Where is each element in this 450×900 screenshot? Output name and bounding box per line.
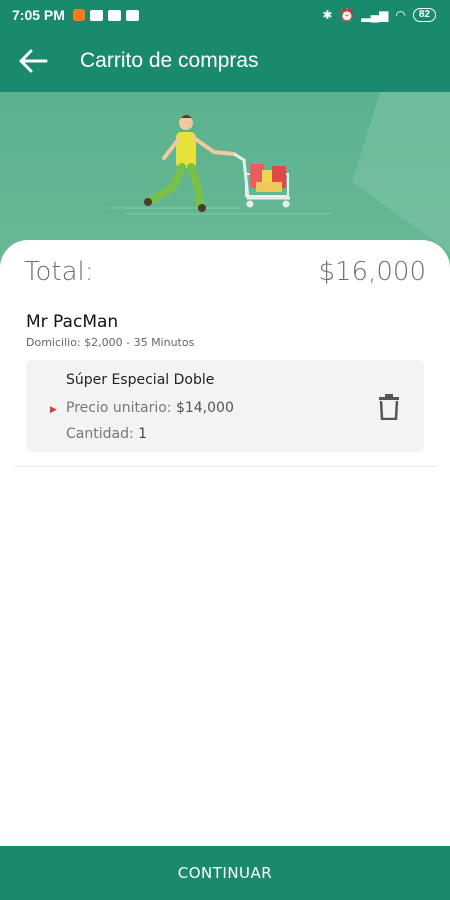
page-title: Carrito de compras	[80, 49, 259, 72]
bullet-icon: ▶	[50, 404, 57, 414]
item-quantity-label: Cantidad:	[66, 426, 134, 442]
wifi-icon: ◠	[395, 8, 406, 22]
app-bar: Carrito de compras	[0, 30, 450, 92]
app-notification-icon	[72, 9, 85, 21]
cart-item: ▶ Súper Especial Doble Precio unitario: …	[26, 360, 424, 452]
mail-icon	[107, 9, 121, 21]
item-price: Precio unitario: $14,000	[66, 400, 234, 416]
gallery-icon	[125, 9, 139, 21]
alarm-icon: ⏰	[339, 8, 355, 22]
notification-icons	[72, 9, 139, 21]
status-time: 7:05 PM	[12, 7, 65, 23]
trash-icon	[379, 394, 399, 421]
item-price-label: Precio unitario:	[66, 400, 172, 416]
total-row: Total: $16,000	[24, 252, 426, 292]
signal-icon: ▂▄▆	[361, 8, 389, 22]
system-icons: ✱ ⏰ ▂▄▆ ◠ 82	[322, 0, 436, 30]
delivery-info: Domicilio: $2,000 - 35 Minutos	[26, 336, 195, 349]
total-value: $16,000	[318, 257, 426, 287]
battery-indicator: 82	[412, 8, 436, 22]
item-quantity: Cantidad: 1	[66, 426, 147, 442]
arrow-back-icon	[19, 49, 48, 73]
continue-button[interactable]: CONTINUAR	[0, 846, 450, 900]
bluetooth-icon: ✱	[322, 8, 333, 22]
total-label: Total:	[24, 257, 94, 287]
divider	[14, 466, 436, 467]
item-name: Súper Especial Doble	[66, 372, 215, 388]
restaurant-name: Mr PacMan	[26, 312, 119, 332]
back-button[interactable]	[16, 44, 50, 78]
status-bar: 7:05 PM ✱ ⏰ ▂▄▆ ◠ 82	[0, 0, 450, 30]
item-price-value: $14,000	[175, 400, 234, 416]
item-quantity-value: 1	[138, 426, 148, 442]
delete-item-button[interactable]	[378, 394, 400, 421]
cart-card: Total: $16,000 Mr PacMan Domicilio: $2,0…	[0, 240, 450, 846]
youtube-icon	[89, 9, 103, 21]
